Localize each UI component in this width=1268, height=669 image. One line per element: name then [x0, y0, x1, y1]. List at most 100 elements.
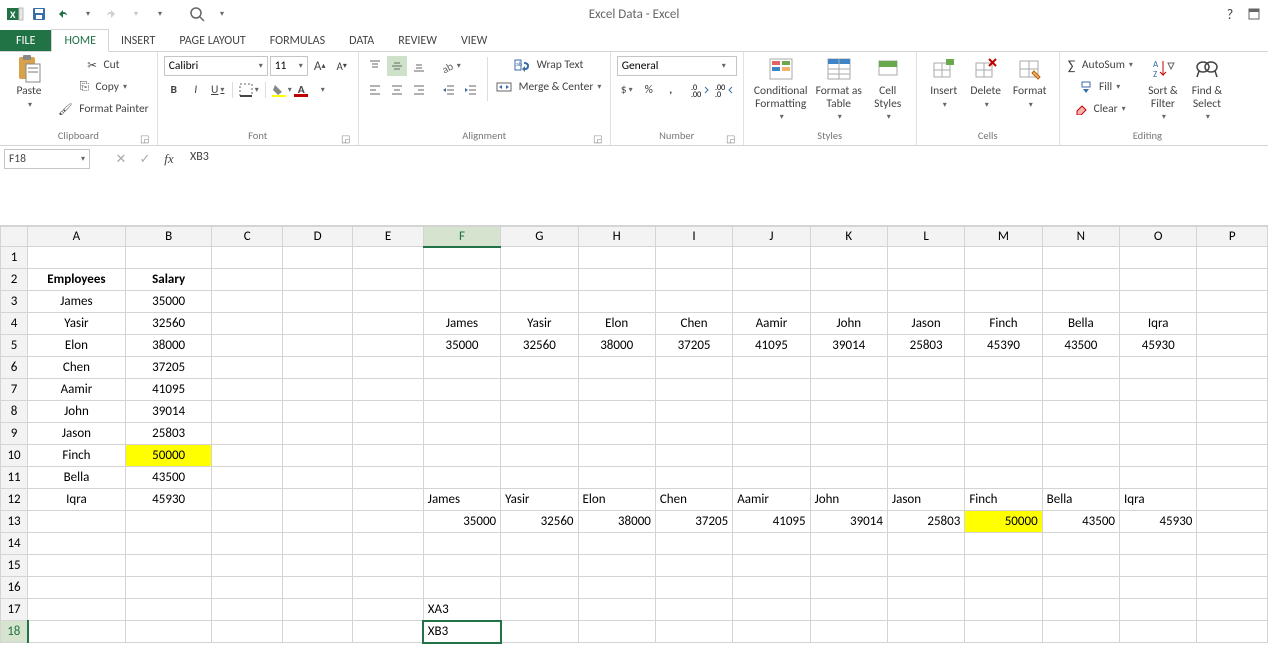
row-header-17[interactable]: 17 — [1, 599, 28, 621]
cell-K2[interactable] — [810, 269, 887, 291]
cell-J10[interactable] — [733, 445, 810, 467]
cell-H9[interactable] — [578, 423, 655, 445]
fill-button[interactable]: Fill — [1066, 77, 1135, 97]
cell-N3[interactable] — [1042, 291, 1119, 313]
cell-E4[interactable] — [353, 313, 423, 335]
cell-D17[interactable] — [282, 599, 352, 621]
cell-C9[interactable] — [212, 423, 282, 445]
cell-H15[interactable] — [578, 555, 655, 577]
formula-input[interactable]: XB3 — [184, 146, 1268, 225]
cell-M8[interactable] — [965, 401, 1042, 423]
cell-O9[interactable] — [1120, 423, 1197, 445]
increase-indent-icon[interactable] — [461, 80, 481, 100]
cell-I7[interactable] — [655, 379, 732, 401]
cell-K6[interactable] — [810, 357, 887, 379]
cell-L15[interactable] — [887, 555, 964, 577]
cell-N16[interactable] — [1042, 577, 1119, 599]
cell-B7[interactable]: 41095 — [125, 379, 212, 401]
cell-E13[interactable] — [353, 511, 423, 533]
cell-A16[interactable] — [28, 577, 126, 599]
qat-customize-dropdown[interactable] — [148, 3, 170, 25]
cut-button[interactable]: ✂ Cut — [56, 55, 151, 75]
cell-C7[interactable] — [212, 379, 282, 401]
cell-D8[interactable] — [282, 401, 352, 423]
row-header-3[interactable]: 3 — [1, 291, 28, 313]
cell-I17[interactable] — [655, 599, 732, 621]
cell-L2[interactable] — [887, 269, 964, 291]
column-header-H[interactable]: H — [578, 227, 655, 247]
cell-I5[interactable]: 37205 — [655, 335, 732, 357]
cell-F15[interactable] — [423, 555, 500, 577]
undo-dropdown[interactable] — [76, 3, 98, 25]
cell-D13[interactable] — [282, 511, 352, 533]
cell-K3[interactable] — [810, 291, 887, 313]
cell-P18[interactable] — [1197, 621, 1268, 643]
cell-K10[interactable] — [810, 445, 887, 467]
cell-M6[interactable] — [965, 357, 1042, 379]
cell-N9[interactable] — [1042, 423, 1119, 445]
name-box[interactable]: F18▾ — [4, 149, 90, 169]
cell-D7[interactable] — [282, 379, 352, 401]
row-header-11[interactable]: 11 — [1, 467, 28, 489]
cell-C6[interactable] — [212, 357, 282, 379]
cell-M2[interactable] — [965, 269, 1042, 291]
cell-K8[interactable] — [810, 401, 887, 423]
cell-O6[interactable] — [1120, 357, 1197, 379]
cell-N7[interactable] — [1042, 379, 1119, 401]
cell-L18[interactable] — [887, 621, 964, 643]
cell-D2[interactable] — [282, 269, 352, 291]
cell-G1[interactable] — [501, 247, 578, 269]
cell-M3[interactable] — [965, 291, 1042, 313]
cell-G15[interactable] — [501, 555, 578, 577]
row-header-5[interactable]: 5 — [1, 335, 28, 357]
cell-K12[interactable]: John — [810, 489, 887, 511]
cell-O11[interactable] — [1120, 467, 1197, 489]
row-header-8[interactable]: 8 — [1, 401, 28, 423]
format-painter-button[interactable]: 🖌 Format Painter — [56, 99, 151, 119]
cell-F9[interactable] — [423, 423, 500, 445]
autosum-button[interactable]: ∑ AutoSum — [1066, 55, 1135, 75]
cell-P10[interactable] — [1197, 445, 1268, 467]
cell-M14[interactable] — [965, 533, 1042, 555]
cell-A2[interactable]: Employees — [28, 269, 126, 291]
cell-B2[interactable]: Salary — [125, 269, 212, 291]
cancel-formula-icon[interactable]: ✕ — [110, 149, 132, 169]
cell-J1[interactable] — [733, 247, 810, 269]
cell-P8[interactable] — [1197, 401, 1268, 423]
cell-N8[interactable] — [1042, 401, 1119, 423]
align-center-icon[interactable] — [387, 80, 407, 100]
cell-F6[interactable] — [423, 357, 500, 379]
cell-K4[interactable]: John — [810, 313, 887, 335]
cell-K11[interactable] — [810, 467, 887, 489]
row-header-4[interactable]: 4 — [1, 313, 28, 335]
italic-button[interactable]: I — [186, 80, 206, 100]
delete-cells-dropdown[interactable] — [983, 98, 989, 111]
cell-J16[interactable] — [733, 577, 810, 599]
cell-J8[interactable] — [733, 401, 810, 423]
cell-K16[interactable] — [810, 577, 887, 599]
cell-L9[interactable] — [887, 423, 964, 445]
cell-M11[interactable] — [965, 467, 1042, 489]
cell-N10[interactable] — [1042, 445, 1119, 467]
underline-button[interactable]: U — [208, 80, 228, 100]
cell-O14[interactable] — [1120, 533, 1197, 555]
cell-I18[interactable] — [655, 621, 732, 643]
cell-F3[interactable] — [423, 291, 500, 313]
cell-J9[interactable] — [733, 423, 810, 445]
column-header-G[interactable]: G — [501, 227, 578, 247]
cell-P6[interactable] — [1197, 357, 1268, 379]
paste-button[interactable]: Paste — [6, 55, 52, 110]
cell-H17[interactable] — [578, 599, 655, 621]
cell-A12[interactable]: Iqra — [28, 489, 126, 511]
wrap-text-button[interactable]: ab Wrap Text — [494, 55, 604, 75]
cell-N2[interactable] — [1042, 269, 1119, 291]
cell-K18[interactable] — [810, 621, 887, 643]
cell-B17[interactable] — [125, 599, 212, 621]
cell-I15[interactable] — [655, 555, 732, 577]
row-header-1[interactable]: 1 — [1, 247, 28, 269]
cell-I12[interactable]: Chen — [655, 489, 732, 511]
column-header-L[interactable]: L — [887, 227, 964, 247]
cell-B16[interactable] — [125, 577, 212, 599]
cell-P4[interactable] — [1197, 313, 1268, 335]
cell-H11[interactable] — [578, 467, 655, 489]
